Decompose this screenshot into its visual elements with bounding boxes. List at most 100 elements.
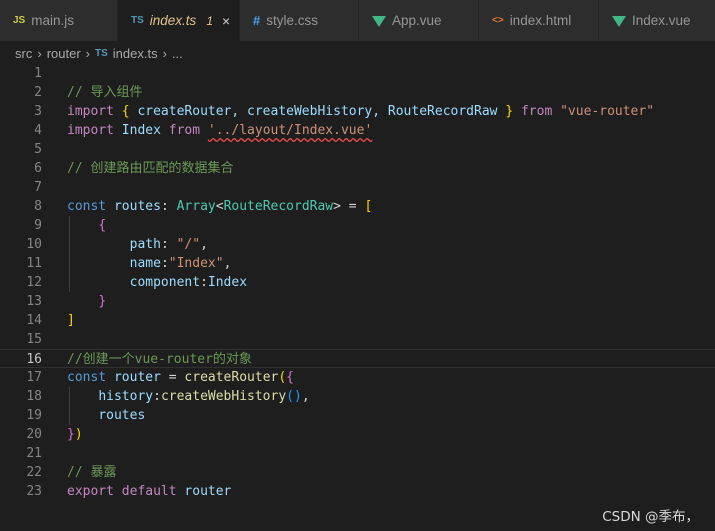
problem-count-badge: 1 [206, 13, 213, 28]
line-number: 1 [34, 66, 42, 81]
line-code: routes [67, 406, 145, 425]
code-line[interactable]: 7 [0, 178, 715, 197]
code-token: createWebHistory [160, 389, 287, 404]
vue-file-icon [612, 15, 626, 27]
code-token: = [160, 370, 185, 385]
code-line[interactable]: 12 component:Index [0, 273, 715, 292]
code-token: // 暴露 [67, 465, 117, 480]
code-line[interactable]: 19 routes [0, 406, 715, 425]
tab-index-ts[interactable]: TS index.ts 1 × [118, 0, 240, 41]
typescript-file-icon: TS [131, 15, 144, 26]
code-line[interactable]: 23 export default router [0, 482, 715, 501]
code-line[interactable]: 10 path: "/", [0, 235, 715, 254]
code-token: ( [278, 370, 287, 385]
code-line[interactable]: 22 // 暴露 [0, 463, 715, 482]
code-line[interactable]: 11 name:"Index", [0, 254, 715, 273]
vue-file-icon [372, 15, 386, 27]
code-line[interactable]: 8 const routes: Array<RouteRecordRaw> = [ [0, 197, 715, 216]
line-number: 17 [26, 370, 42, 385]
code-token: from [168, 123, 201, 138]
breadcrumb-symbols[interactable]: ... [172, 46, 183, 61]
tab-label: Index.vue [632, 13, 691, 28]
line-number: 20 [26, 427, 42, 442]
line-number: 13 [26, 294, 42, 309]
breadcrumb-folder-src[interactable]: src [15, 46, 32, 61]
code-line[interactable]: 1 [0, 64, 715, 83]
tab-index-html[interactable]: <> index.html [479, 0, 599, 41]
line-code: component:Index [67, 273, 247, 292]
line-number: 15 [26, 332, 42, 347]
code-line[interactable]: 6 // 创建路由匹配的数据集合 [0, 159, 715, 178]
code-line[interactable]: 15 [0, 330, 715, 349]
code-line[interactable]: 21 [0, 444, 715, 463]
code-line[interactable]: 13 } [0, 292, 715, 311]
code-token: } [67, 427, 75, 442]
line-code: }) [67, 425, 83, 444]
tab-main-js[interactable]: JS main.js [0, 0, 118, 41]
breadcrumb-file-index-ts[interactable]: index.ts [113, 46, 158, 61]
editor-tab-bar: JS main.js TS index.ts 1 × # style.css App.vue <>… [0, 0, 715, 41]
code-line[interactable]: 9 { [0, 216, 715, 235]
code-token: : [153, 389, 161, 404]
tab-label: App.vue [392, 13, 442, 28]
code-token: default [121, 484, 177, 499]
code-token: Array [176, 199, 216, 214]
html-file-icon: <> [492, 15, 504, 26]
code-token: : [200, 275, 208, 290]
line-code: name:"Index", [67, 254, 232, 273]
line-number: 6 [34, 161, 42, 176]
code-token: "vue-router" [560, 104, 655, 119]
css-file-icon: # [253, 13, 261, 28]
line-number: 12 [26, 275, 42, 290]
breadcrumb: src › router › TS index.ts › ... [0, 41, 715, 66]
code-line[interactable]: 14] [0, 311, 715, 330]
code-line[interactable]: 17 const router = createRouter({ [0, 368, 715, 387]
tab-index-vue[interactable]: Index.vue [599, 0, 715, 41]
code-token: routes [113, 199, 161, 214]
chevron-right-icon: › [37, 46, 42, 61]
code-line[interactable]: 2 // 导入组件 [0, 83, 715, 102]
code-line[interactable]: 16 //创建一个vue-router的对象 [0, 349, 715, 368]
code-editor[interactable]: 1 2// 导入组件 3 import { createRouter, createW… [0, 64, 715, 504]
line-code: ] [67, 311, 75, 330]
line-code: //创建一个vue-router的对象 [67, 350, 252, 369]
line-number: 14 [26, 313, 42, 328]
line-number: 23 [26, 484, 42, 499]
close-icon[interactable]: × [222, 13, 230, 29]
code-token: () [286, 389, 302, 404]
code-token: "/" [176, 237, 201, 252]
line-number: 19 [26, 408, 42, 423]
code-token: import [67, 123, 114, 138]
javascript-file-icon: JS [13, 15, 26, 26]
line-number: 8 [34, 199, 42, 214]
code-token: export [67, 484, 114, 499]
tab-app-vue[interactable]: App.vue [359, 0, 479, 41]
breadcrumb-folder-router[interactable]: router [47, 46, 81, 61]
tab-label: style.css [266, 13, 318, 28]
code-line[interactable]: 3 import { createRouter, createWebHistory… [0, 102, 715, 121]
code-token: createRouter, createWebHistory, RouteRec… [129, 104, 506, 119]
code-token: [ [364, 199, 373, 214]
code-line[interactable]: 5 [0, 140, 715, 159]
code-token: < [215, 199, 224, 214]
code-line[interactable]: 18 history:createWebHistory(), [0, 387, 715, 406]
code-token: Index [121, 123, 161, 138]
line-number: 2 [34, 85, 42, 100]
line-code: // 暴露 [67, 463, 116, 482]
tab-label: index.ts [149, 13, 197, 28]
tab-style-css[interactable]: # style.css [240, 0, 359, 41]
tab-label: index.html [509, 13, 572, 28]
code-line[interactable]: 20}) [0, 425, 715, 444]
code-token: '../layout/Index.vue' [207, 123, 373, 138]
code-token: Index [207, 275, 248, 290]
code-token: path [129, 237, 161, 252]
code-line[interactable]: 4 import Index from '../layout/Index.vue' [0, 121, 715, 140]
